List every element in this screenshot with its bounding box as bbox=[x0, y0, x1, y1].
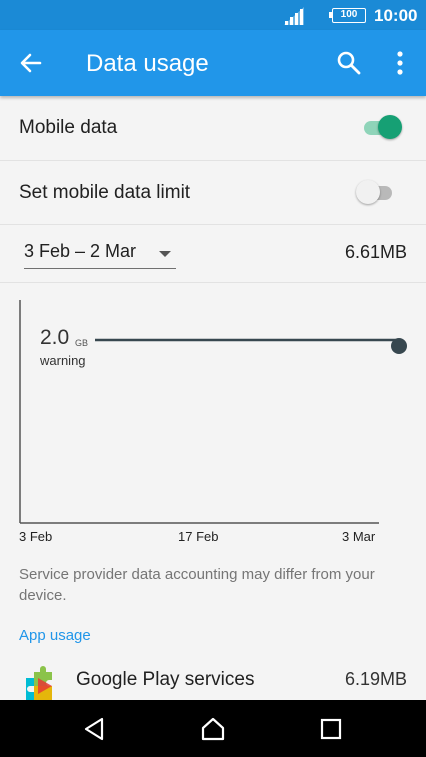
dropdown-caret-icon bbox=[159, 251, 171, 257]
x-tick-end: 3 Mar bbox=[342, 529, 376, 544]
status-time: 10:00 bbox=[374, 6, 418, 25]
usage-chart-svg bbox=[19, 300, 407, 524]
home-icon[interactable] bbox=[200, 716, 226, 742]
usage-chart: 2.0 GB warning 3 Feb 17 Feb 3 Mar bbox=[19, 300, 407, 550]
period-row: 3 Feb – 2 Mar 6.61MB bbox=[0, 225, 426, 283]
warning-label: warning bbox=[40, 353, 86, 368]
toggle-thumb bbox=[356, 180, 380, 204]
period-value: 3 Feb – 2 Mar bbox=[24, 241, 137, 261]
battery-icon: 100 bbox=[329, 8, 366, 23]
x-tick-start: 3 Feb bbox=[19, 529, 53, 544]
google-play-services-icon bbox=[26, 666, 52, 700]
provider-note: Service provider data accounting may dif… bbox=[19, 566, 375, 604]
data-limit-toggle[interactable] bbox=[354, 179, 398, 207]
page-title: Data usage bbox=[86, 50, 209, 77]
total-usage: 6.61MB bbox=[344, 242, 407, 262]
recent-apps-icon[interactable] bbox=[318, 716, 344, 742]
data-limit-label: Set mobile data limit bbox=[19, 182, 191, 203]
status-bar: 100 10:00 bbox=[0, 0, 426, 30]
app-data-size: 6.19MB bbox=[344, 669, 407, 689]
navigation-bar bbox=[0, 700, 426, 757]
warning-value: 2.0 bbox=[40, 326, 70, 349]
mobile-data-label: Mobile data bbox=[19, 117, 118, 138]
signal-icon bbox=[284, 7, 304, 25]
app-usage-item[interactable]: Google Play services 6.19MB bbox=[0, 660, 426, 700]
app-usage-heading: App usage bbox=[19, 627, 91, 644]
back-triangle-icon[interactable] bbox=[82, 716, 108, 742]
more-options-icon[interactable] bbox=[388, 50, 412, 76]
app-bar: Data usage bbox=[0, 30, 426, 96]
warning-handle[interactable] bbox=[391, 338, 407, 354]
x-tick-mid: 17 Feb bbox=[178, 529, 219, 544]
period-dropdown[interactable]: 3 Feb – 2 Mar bbox=[24, 241, 176, 269]
warning-unit: GB bbox=[75, 338, 89, 348]
back-arrow-icon[interactable] bbox=[18, 50, 44, 76]
mobile-data-toggle[interactable] bbox=[360, 114, 404, 142]
app-name: Google Play services bbox=[76, 669, 255, 690]
search-icon[interactable] bbox=[336, 50, 362, 76]
toggle-thumb bbox=[378, 115, 402, 139]
